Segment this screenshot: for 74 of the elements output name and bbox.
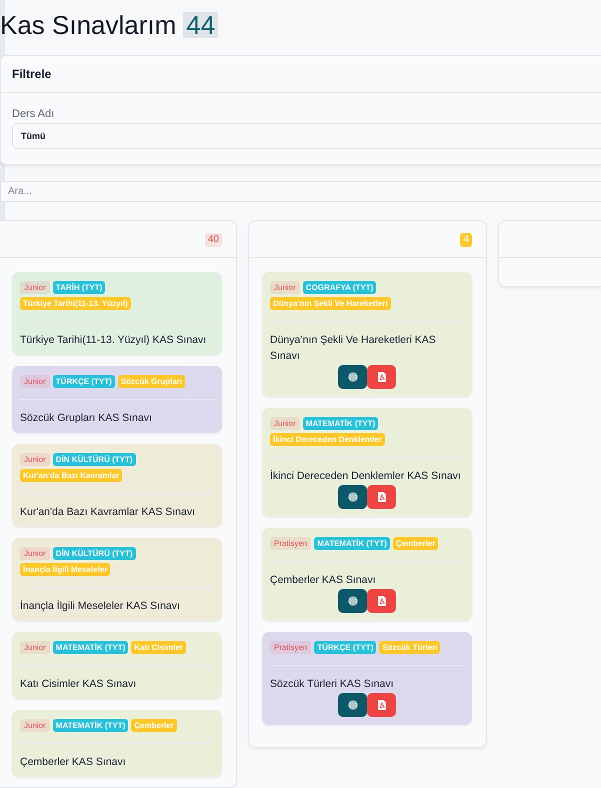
- exam-card[interactable]: Pratisyen MATEMATİK (TYT) Çemberler Çemberler KAS Sınavı: [262, 528, 472, 621]
- exam-title: İnançla İlgili Meseleler KAS Sınavı: [20, 598, 181, 614]
- topic-tag: Dünya’nın Şekli Ve Hareketleri: [270, 297, 391, 310]
- exam-title: Çemberler KAS Sınavı: [20, 755, 127, 770]
- page-title: Kas Sınavlarım: [0, 10, 176, 40]
- subject-tag: MATEMATİK (TYT): [52, 719, 128, 732]
- level-tag: Junior: [270, 417, 300, 430]
- exam-title: Katı Cisimler KAS Sınavı: [20, 677, 138, 692]
- exam-card[interactable]: Junior MATEMATİK (TYT) Çemberler Çemberler KAS Sınavı: [12, 710, 222, 777]
- exam-card[interactable]: Junior DİN KÜLTÜRÜ (TYT) İnançla İlgili Meseleler İnançla İlgili Meseleler KAS Sınavı: [12, 538, 222, 621]
- exam-card[interactable]: Junior TÜRKÇE (TYT) Sözcük Grupları Sözcük Grupları KAS Sınavı: [12, 366, 222, 433]
- level-tag: Junior: [20, 453, 50, 466]
- subject-tag: MATEMATİK (TYT): [314, 537, 390, 550]
- globe-icon: [348, 700, 358, 710]
- topic-tag: Sözcük Türleri: [379, 641, 440, 654]
- topic-tag: İnançla İlgili Meseleler: [20, 563, 110, 576]
- document-icon: [378, 596, 386, 606]
- topic-tag: Çemberler: [131, 719, 177, 732]
- exam-card[interactable]: Junior MATEMATİK (TYT) Katı Cisimler Katı Cisimler KAS Sınavı: [12, 632, 222, 699]
- globe-icon: [348, 372, 358, 382]
- level-tag: Junior: [20, 719, 50, 732]
- topic-tag: İkinci Dereceden Denklemler: [270, 433, 385, 446]
- level-tag: Junior: [20, 281, 50, 294]
- count-badge: 44: [183, 12, 218, 38]
- subject-tag: TÜRKÇE (TYT): [52, 375, 115, 388]
- exam-title: Türkiye Tarihi(11-13. Yüzyıl) KAS Sınavı: [20, 333, 208, 348]
- level-tag: Junior: [20, 547, 50, 560]
- document-button[interactable]: [367, 589, 396, 613]
- exam-card[interactable]: Junior TARİH (TYT) Türkiye Tarihi(11-13. Yüzyıl) Türkiye Tarihi(11-13. Yüzyıl) KAS Sınavı: [12, 272, 222, 355]
- subject-tag: MATEMATİK (TYT): [302, 417, 378, 430]
- field-label: Ders Adı: [12, 107, 56, 121]
- document-icon: [378, 372, 386, 382]
- level-tag: Junior: [270, 281, 300, 294]
- document-icon: [378, 492, 386, 502]
- globe-icon: [348, 492, 358, 502]
- document-button[interactable]: [367, 365, 396, 389]
- exam-title: Çemberler KAS Sınavı: [270, 573, 377, 588]
- select-field[interactable]: Tümü: [12, 123, 601, 149]
- subject-tag: DİN KÜLTÜRÜ (TYT): [52, 547, 136, 560]
- topic-tag: Kur'an'da Bazı Kavramlar: [20, 469, 122, 482]
- topic-tag: Sözcük Grupları: [118, 375, 186, 388]
- filter-title: Filtrele: [12, 67, 52, 81]
- exam-card[interactable]: Junior DİN KÜLTÜRÜ (TYT) Kur'an'da Bazı Kavramlar Kur'an'da Bazı Kavramlar KAS Sınavı: [12, 444, 222, 527]
- level-tag: Pratisyen: [270, 537, 312, 550]
- subject-tag: MATEMATİK (TYT): [52, 641, 128, 654]
- column-count-badge: 4: [460, 233, 472, 247]
- subject-tag: TÜRKÇE (TYT): [314, 641, 376, 654]
- exam-card[interactable]: Junior COGRAFYA (TYT) Dünya’nın Şekli Ve Hareketleri Dünya’nın Şekli Ve Hareketleri KAS Sınavı: [262, 272, 472, 397]
- column-count-badge: 40: [204, 233, 222, 247]
- exam-title: Dünya’nın Şekli Ve Hareketleri KAS Sınavı: [270, 333, 437, 364]
- level-tag: Junior: [20, 641, 50, 654]
- document-icon: [378, 700, 386, 710]
- subject-tag: TARİH (TYT): [52, 281, 106, 294]
- subject-tag: COGRAFYA (TYT): [302, 281, 376, 294]
- exam-title: Sözcük Grupları KAS Sınavı: [20, 411, 153, 426]
- globe-button[interactable]: [338, 485, 367, 509]
- exam-card[interactable]: Junior MATEMATİK (TYT) İkinci Dereceden Denklemler İkinci Dereceden Denklemler KAS Sınavı: [262, 408, 472, 517]
- exam-card[interactable]: Pratisyen TÜRKÇE (TYT) Sözcük Türleri Sözcük Türleri KAS Sınavı: [262, 632, 472, 725]
- level-tag: Pratisyen: [270, 641, 312, 654]
- exam-title: Sözcük Türleri KAS Sınavı: [270, 677, 395, 692]
- globe-icon: [348, 596, 358, 606]
- search-field[interactable]: Ara...: [0, 181, 601, 202]
- level-tag: Junior: [20, 375, 50, 388]
- exam-title: İkinci Dereceden Denklemler KAS Sınavı: [270, 468, 462, 484]
- globe-button[interactable]: [338, 693, 367, 717]
- globe-button[interactable]: [338, 589, 367, 613]
- document-button[interactable]: [367, 485, 396, 509]
- globe-button[interactable]: [338, 365, 367, 389]
- topic-tag: Türkiye Tarihi(11-13. Yüzyıl): [20, 297, 131, 310]
- topic-tag: Çemberler: [392, 537, 438, 550]
- topic-tag: Katı Cisimler: [131, 641, 186, 654]
- subject-tag: DİN KÜLTÜRÜ (TYT): [52, 453, 136, 466]
- exam-title: Kur'an'da Bazı Kavramlar KAS Sınavı: [20, 505, 196, 520]
- document-button[interactable]: [367, 693, 396, 717]
